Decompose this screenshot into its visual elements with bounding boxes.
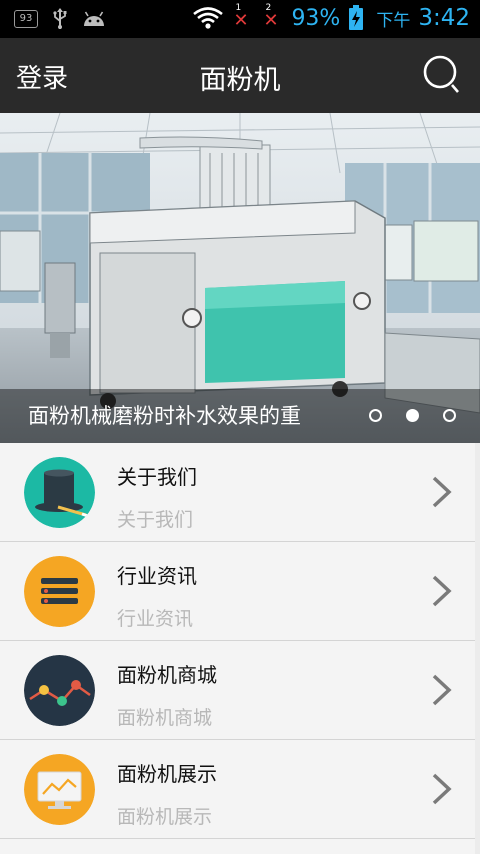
chevron-right-icon bbox=[432, 575, 452, 607]
list-item-industry-news[interactable]: 行业资讯 行业资讯 bbox=[0, 542, 475, 641]
status-bar-system: 1 ✕ 2 ✕ 93% 下午 3:42 bbox=[193, 3, 470, 32]
app-header: 登录 面粉机 bbox=[0, 38, 480, 113]
battery-charging-icon bbox=[349, 5, 364, 30]
list-item-partial[interactable] bbox=[0, 839, 475, 854]
sim2-no-signal-icon: 2 ✕ bbox=[263, 3, 279, 31]
list-item-subtitle: 关于我们 bbox=[117, 509, 194, 531]
banner-caption-bar: 面粉机械磨粉时补水效果的重 bbox=[0, 389, 480, 443]
clock-time: 3:42 bbox=[418, 5, 470, 31]
list-item-subtitle: 行业资讯 bbox=[117, 608, 194, 630]
android-icon bbox=[84, 11, 104, 26]
carousel-dot-3[interactable] bbox=[443, 409, 456, 422]
status-bar: 93 1 ✕ 2 ✕ 93% 下午 3:42 bbox=[0, 0, 480, 38]
line-graph-icon bbox=[24, 655, 95, 726]
clock-ampm: 下午 bbox=[376, 10, 411, 31]
list-item-title: 面粉机商城 bbox=[117, 663, 217, 687]
chevron-right-icon bbox=[432, 773, 452, 805]
list-item-subtitle: 面粉机展示 bbox=[117, 806, 213, 828]
list-item-title: 关于我们 bbox=[117, 465, 197, 489]
list-icon bbox=[24, 556, 95, 627]
sim1-no-signal-icon: 1 ✕ bbox=[233, 3, 249, 31]
menu-list: 关于我们 关于我们 行业资讯 行业资讯 面粉机商城 面粉机商城 面粉机展示 面粉… bbox=[0, 443, 475, 839]
chevron-right-icon bbox=[432, 476, 452, 508]
list-item-title: 面粉机展示 bbox=[117, 762, 217, 786]
list-item-shop[interactable]: 面粉机商城 面粉机商城 bbox=[0, 641, 475, 740]
wifi-icon bbox=[193, 7, 224, 29]
status-bar-notifications: 93 bbox=[14, 8, 106, 30]
carousel-dot-2[interactable] bbox=[406, 409, 419, 422]
battery-percent: 93% bbox=[291, 5, 341, 31]
list-item-subtitle: 面粉机商城 bbox=[117, 707, 213, 729]
carousel-dot-1[interactable] bbox=[369, 409, 382, 422]
top-hat-icon bbox=[24, 457, 95, 528]
page-title: 面粉机 bbox=[199, 65, 281, 96]
monitor-chart-icon bbox=[24, 754, 95, 825]
search-button[interactable] bbox=[422, 54, 466, 98]
list-item-showcase[interactable]: 面粉机展示 面粉机展示 bbox=[0, 740, 475, 839]
chevron-right-icon bbox=[432, 674, 452, 706]
banner-carousel[interactable]: 面粉机械磨粉时补水效果的重 bbox=[0, 113, 480, 443]
banner-caption: 面粉机械磨粉时补水效果的重 bbox=[28, 404, 301, 428]
notification-badge: 93 bbox=[14, 10, 38, 28]
search-icon bbox=[423, 55, 459, 93]
list-item-title: 行业资讯 bbox=[117, 564, 197, 588]
usb-icon bbox=[53, 8, 67, 29]
list-item-about-us[interactable]: 关于我们 关于我们 bbox=[0, 443, 475, 542]
carousel-indicator bbox=[369, 409, 456, 422]
